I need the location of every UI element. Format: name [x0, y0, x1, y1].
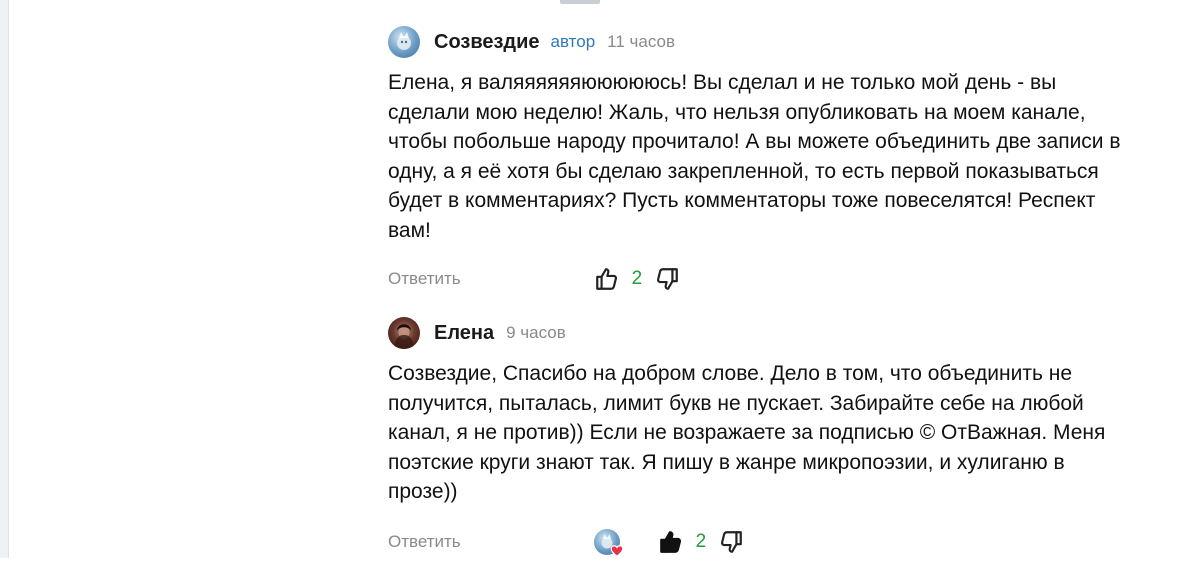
author-badge: автор [550, 32, 596, 51]
thumbs-up-icon[interactable] [658, 529, 684, 555]
author-name[interactable]: Елена [434, 322, 494, 345]
thumbs-up-icon[interactable] [594, 266, 620, 292]
like-count: 2 [695, 531, 707, 552]
thumbs-down-icon[interactable] [654, 266, 680, 292]
avatar[interactable] [388, 26, 420, 58]
comment: Елена 9 часов Созвездие, Спасибо на добр… [388, 315, 1168, 507]
scroll-edge [560, 0, 600, 4]
author-liked-avatar [593, 529, 624, 558]
page-side-strip [0, 0, 9, 558]
avatar[interactable] [388, 317, 420, 349]
like-count: 2 [631, 268, 643, 289]
comment-text: Созвездие, Спасибо на добром слове. Дело… [388, 362, 1106, 503]
thumbs-down-icon[interactable] [718, 529, 744, 555]
comment-header: Елена 9 часов [388, 315, 1168, 351]
heart-icon [610, 544, 624, 558]
comment-header: Созвездие автор 11 часов [388, 24, 1168, 60]
comment-text: Елена, я валяяяяяяюююююсь! Вы сделал и н… [388, 71, 1121, 242]
comment-actions: Ответить 2 [388, 264, 680, 294]
comment: Созвездие автор 11 часов Елена, я валяяя… [388, 24, 1168, 245]
comment-time: 9 часов [506, 323, 566, 342]
reply-button[interactable]: Ответить [388, 532, 461, 552]
comment-time: 11 часов [607, 32, 676, 51]
comment-actions: Ответить 2 [388, 527, 744, 558]
reply-button[interactable]: Ответить [388, 269, 461, 289]
author-name[interactable]: Созвездие [434, 31, 540, 54]
